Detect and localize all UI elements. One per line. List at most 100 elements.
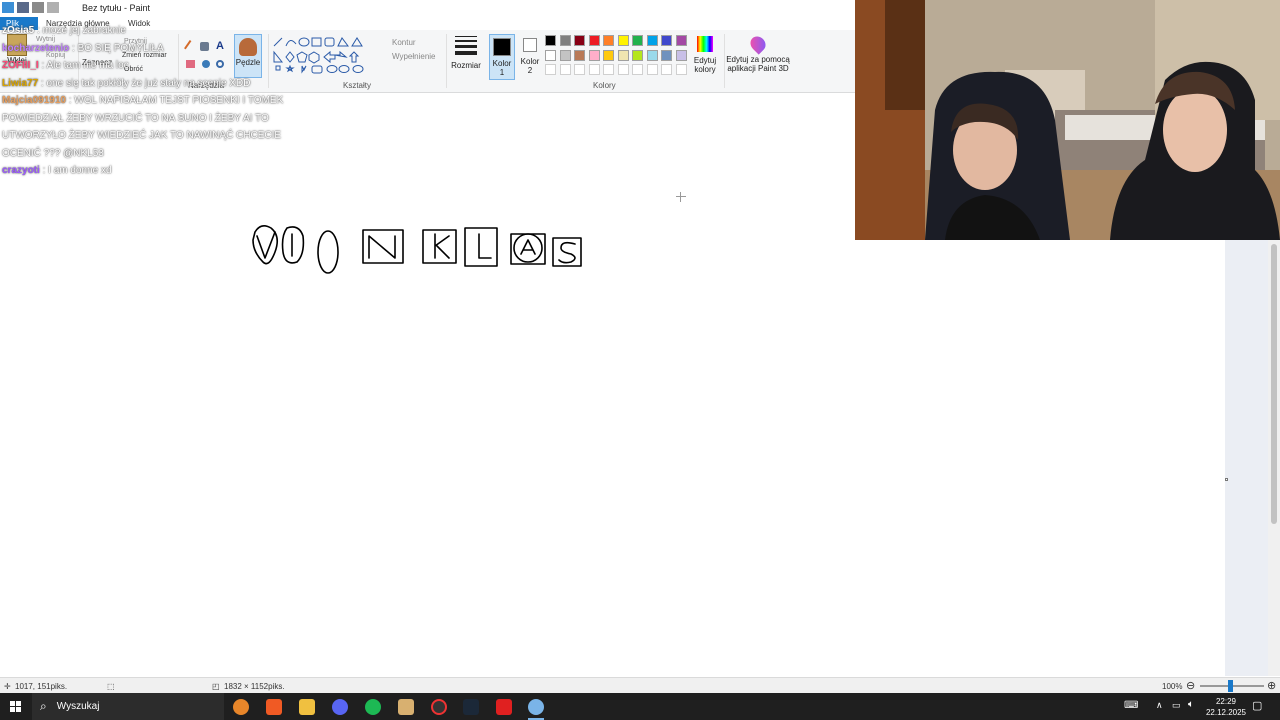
cursor-position: 1017, 151piks. bbox=[15, 682, 68, 691]
chat-message: zOsia5 : może jej zabraknie bbox=[2, 22, 322, 40]
cursor-crosshair-icon bbox=[676, 192, 686, 202]
canvas-size-icon: ◰ bbox=[212, 682, 220, 691]
palette-swatch[interactable] bbox=[603, 49, 614, 61]
palette-empty-swatch[interactable] bbox=[559, 64, 571, 75]
edit-colors-button[interactable]: Edytuj kolory bbox=[690, 36, 720, 74]
spotify-taskbar-icon[interactable] bbox=[365, 699, 381, 715]
chat-message: crazyoti : I am donne xd bbox=[2, 162, 322, 180]
obs-taskbar-icon[interactable] bbox=[431, 699, 447, 715]
chat-message: Majcia091910 : WGL NAPISAŁAM TEJST PIOSE… bbox=[2, 92, 322, 162]
color2-button[interactable]: Kolor 2 bbox=[519, 36, 541, 75]
discord-taskbar-icon[interactable] bbox=[332, 699, 348, 715]
brave-taskbar-icon[interactable] bbox=[266, 699, 282, 715]
separator bbox=[446, 34, 447, 88]
chat-text: : BO SIĘ POMYLIŁA bbox=[69, 42, 164, 54]
zoom-level: 100% bbox=[1162, 682, 1183, 691]
palette-swatch[interactable] bbox=[617, 49, 629, 61]
webcam-video bbox=[855, 0, 1280, 240]
chat-username: kocharzetenio bbox=[2, 42, 70, 54]
taskbar: ⌕ Wyszukaj ⌨ ∧ ▭ 🔈︎ 22:29 22.12.2025 ▢ bbox=[0, 693, 1280, 720]
clock-date: 22.12.2025 bbox=[1205, 708, 1246, 717]
undo-icon[interactable] bbox=[32, 2, 44, 13]
palette-empty-swatch[interactable] bbox=[675, 64, 687, 75]
file-explorer-taskbar-icon[interactable] bbox=[299, 699, 315, 715]
shapes-group-label: Kształty bbox=[343, 81, 372, 90]
chevron-up-icon[interactable]: ∧ bbox=[1156, 700, 1163, 711]
zoom-out-button[interactable]: ⊖ bbox=[1186, 679, 1195, 692]
paint-app-icon bbox=[2, 2, 14, 13]
taskbar-search[interactable]: ⌕ Wyszukaj bbox=[32, 693, 224, 720]
palette-empty-swatch[interactable] bbox=[574, 64, 585, 75]
palette-swatch[interactable] bbox=[574, 49, 585, 61]
color1-button[interactable]: Kolor 1 bbox=[489, 34, 515, 80]
status-bar: ✛ 1017, 151piks. ⬚ ◰ 1832 × 1152piks. 10… bbox=[0, 677, 1280, 693]
zoom-slider-knob[interactable] bbox=[1228, 680, 1233, 692]
palette-swatch[interactable] bbox=[632, 35, 643, 46]
palette-swatch[interactable] bbox=[559, 35, 571, 46]
palette-swatch[interactable] bbox=[588, 35, 600, 46]
palette-swatch[interactable] bbox=[617, 35, 629, 46]
chat-username: Liwia77 bbox=[2, 77, 39, 89]
palette-empty-swatch[interactable] bbox=[545, 64, 556, 75]
chat-message: ZOFIII_I : Ale tam nie ma loc bbox=[2, 57, 322, 75]
steam-taskbar-icon[interactable] bbox=[463, 699, 479, 715]
palette-swatch[interactable] bbox=[675, 35, 687, 46]
palette-swatch[interactable] bbox=[545, 35, 556, 46]
title-bar: Bez tytułu - Paint bbox=[0, 0, 855, 16]
keyboard-icon[interactable]: ⌨ bbox=[1124, 700, 1138, 711]
palette-empty-swatch[interactable] bbox=[603, 64, 614, 75]
chat-username: crazyoti bbox=[2, 165, 40, 176]
browser-taskbar-icon[interactable] bbox=[233, 699, 249, 715]
canvas-size: 1832 × 1152piks. bbox=[224, 682, 285, 691]
hand-drawn-letters bbox=[252, 224, 582, 274]
zoom-in-button[interactable]: ⊕ bbox=[1267, 679, 1276, 692]
size-button[interactable]: Rozmiar bbox=[450, 36, 482, 70]
palette-swatch[interactable] bbox=[646, 35, 658, 46]
line-width-icon bbox=[455, 36, 477, 55]
chat-text: : Ale tam nie ma loc bbox=[38, 60, 129, 71]
palette-swatch[interactable] bbox=[661, 35, 672, 46]
palette-swatch[interactable] bbox=[632, 49, 643, 61]
palette-swatch[interactable] bbox=[588, 49, 600, 61]
chat-username: Majcia091910 bbox=[2, 95, 66, 106]
paint-taskbar-icon[interactable] bbox=[528, 699, 544, 715]
media-taskbar-icon[interactable] bbox=[496, 699, 512, 715]
save-icon[interactable] bbox=[17, 2, 29, 13]
vertical-scrollbar[interactable] bbox=[1268, 240, 1280, 676]
webcam-overlay bbox=[855, 0, 1280, 240]
palette-swatch[interactable] bbox=[559, 49, 571, 61]
volume-icon[interactable]: 🔈︎ bbox=[1188, 699, 1194, 710]
redo-icon[interactable] bbox=[47, 2, 59, 13]
palette-empty-swatch[interactable] bbox=[588, 64, 600, 75]
palette-swatch[interactable] bbox=[574, 35, 585, 46]
windows-start-icon[interactable] bbox=[10, 701, 21, 712]
paint3d-icon bbox=[747, 33, 769, 55]
chat-username: zOsia5 bbox=[2, 25, 35, 36]
separator bbox=[724, 34, 725, 88]
chat-text: : I am donne xd bbox=[39, 165, 112, 176]
palette-swatch[interactable] bbox=[646, 49, 658, 61]
stream-chat-overlay: zOsia5 : może jej zabraknie kocharzetenio… bbox=[2, 22, 322, 180]
palette-empty-swatch[interactable] bbox=[617, 64, 629, 75]
quick-access-toolbar bbox=[2, 2, 59, 13]
palette-empty-swatch[interactable] bbox=[661, 64, 672, 75]
colors-group-label: Kolory bbox=[593, 81, 616, 90]
palette-swatch[interactable] bbox=[603, 35, 614, 46]
outline-dropdown[interactable]: Kontur bbox=[392, 38, 416, 47]
chat-text: : może jej zabraknie bbox=[34, 25, 126, 36]
palette-empty-swatch[interactable] bbox=[632, 64, 643, 75]
palette-swatch[interactable] bbox=[545, 49, 556, 61]
fill-dropdown[interactable]: Wypełnienie bbox=[392, 52, 436, 61]
resize-handle[interactable] bbox=[1225, 478, 1228, 481]
scrollbar-thumb[interactable] bbox=[1271, 244, 1277, 524]
paint3d-button[interactable]: Edytuj za pomocą aplikacji Paint 3D bbox=[726, 33, 790, 73]
cursor-position-icon: ✛ bbox=[4, 682, 11, 691]
palette-empty-swatch[interactable] bbox=[646, 64, 658, 75]
palette-swatch[interactable] bbox=[661, 49, 672, 61]
network-icon[interactable]: ▭ bbox=[1172, 700, 1181, 711]
color2-swatch bbox=[523, 38, 537, 52]
app-taskbar-icon[interactable] bbox=[398, 699, 414, 715]
system-clock[interactable]: 22:29 22.12.2025 bbox=[1206, 696, 1246, 718]
notification-icon[interactable]: ▢ bbox=[1252, 699, 1262, 712]
palette-swatch[interactable] bbox=[675, 49, 687, 61]
